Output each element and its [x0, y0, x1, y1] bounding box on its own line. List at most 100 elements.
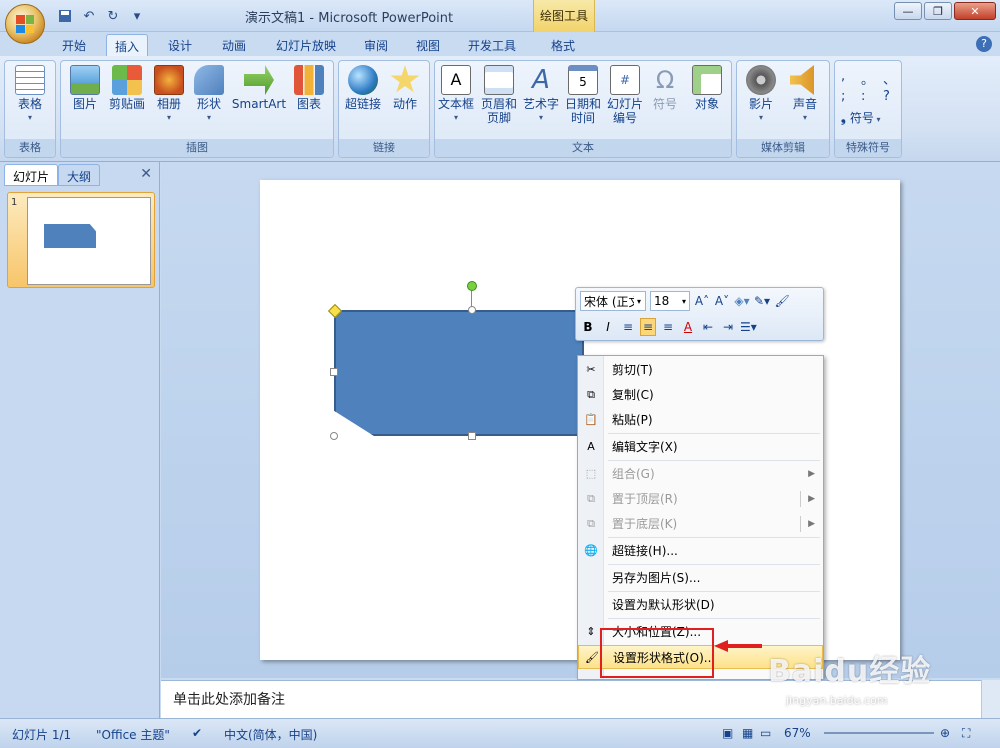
chart-button[interactable]: 图表	[291, 65, 327, 111]
tab-insert[interactable]: 插入	[106, 34, 149, 56]
save-icon[interactable]	[56, 8, 74, 24]
resize-handle-bottom-left[interactable]	[330, 432, 338, 440]
align-right-icon[interactable]: ≡	[660, 318, 676, 336]
slide-number-button[interactable]: # 幻灯片 编号	[605, 65, 645, 125]
qat-customize-icon[interactable]: ▾	[128, 8, 146, 24]
tab-slides[interactable]: 幻灯片	[4, 164, 59, 186]
group-label-media: 媒体剪辑	[737, 139, 829, 157]
clipart-button[interactable]: 剪贴画	[105, 65, 149, 111]
object-button[interactable]: 对象	[687, 65, 727, 111]
tab-review[interactable]: 审阅	[356, 34, 396, 56]
tab-home[interactable]: 开始	[54, 34, 94, 56]
fit-window-icon[interactable]: ⛶	[962, 726, 970, 741]
font-size-select[interactable]: 18 ▾	[650, 291, 690, 311]
menu-item-copy[interactable]: ⧉ 复制(C)	[578, 383, 823, 407]
tab-animation[interactable]: 动画	[214, 34, 254, 56]
close-icon[interactable]: ✕	[954, 2, 996, 20]
menu-item-hyperlink[interactable]: 🌐 超链接(H)...	[578, 539, 823, 563]
minimize-icon[interactable]: —	[894, 2, 922, 20]
picture-button[interactable]: 图片	[67, 65, 103, 111]
bullets-icon[interactable]: ☰▾	[740, 318, 757, 336]
hyperlink-button[interactable]: 超链接	[343, 65, 383, 111]
tab-outline[interactable]: 大纲	[58, 164, 101, 186]
symbol-colon[interactable]: :	[861, 89, 865, 104]
album-label: 相册	[156, 97, 181, 111]
table-icon	[15, 65, 45, 95]
outline-color-icon[interactable]: ✎▾	[754, 292, 770, 310]
sound-button[interactable]: 声音 ▾	[785, 65, 825, 125]
close-pane-icon[interactable]: ✕	[140, 166, 152, 182]
menu-label-edit-text: 编辑文字(X)	[612, 440, 678, 454]
help-icon[interactable]: ?	[976, 36, 992, 52]
menu-item-save-as-picture[interactable]: 另存为图片(S)...	[578, 566, 823, 590]
zoom-level[interactable]: 67%	[784, 726, 811, 740]
decrease-indent-icon[interactable]: ⇤	[700, 318, 716, 336]
dropdown-arrow-icon: ▾	[453, 113, 458, 122]
shapes-button[interactable]: 形状 ▾	[191, 65, 227, 125]
submenu-arrow-icon: ▶	[808, 494, 815, 504]
menu-item-edit-text[interactable]: A 编辑文字(X)	[578, 435, 823, 459]
mini-toolbar: 宋体 (正文▾ 18▾ A˄ A˅ ◈▾ ✎▾ 🖌 B I ≡ ≡ ≡ A ⇤ …	[575, 287, 824, 341]
resize-handle-bottom[interactable]	[468, 432, 476, 440]
menu-item-bring-front[interactable]: ⧉ 置于顶层(R) ▶	[578, 487, 823, 511]
normal-view-icon[interactable]: ▣	[722, 726, 733, 740]
slide-thumbnail[interactable]	[27, 197, 151, 285]
symbol-period[interactable]: 。	[861, 69, 874, 88]
italic-button[interactable]: I	[600, 318, 616, 336]
tab-view[interactable]: 视图	[408, 34, 448, 56]
tab-design[interactable]: 设计	[160, 34, 200, 56]
symbol-question[interactable]: ?	[883, 89, 890, 104]
chart-label: 图表	[296, 97, 321, 111]
textbox-button[interactable]: A 文本框 ▾	[437, 65, 475, 125]
increase-indent-icon[interactable]: ⇥	[720, 318, 736, 336]
datetime-button[interactable]: 5 日期和 时间	[563, 65, 603, 125]
picture-label: 图片	[72, 97, 97, 111]
rotation-handle[interactable]	[467, 281, 477, 291]
movie-button[interactable]: 影片 ▾	[741, 65, 781, 125]
tab-slideshow[interactable]: 幻灯片放映	[268, 34, 344, 56]
menu-item-group[interactable]: ⬚ 组合(G) ▶	[578, 462, 823, 486]
shrink-font-button[interactable]: A˅	[714, 292, 730, 310]
symbol-button[interactable]: Ω 符号	[647, 65, 683, 111]
tab-developer[interactable]: 开发工具	[460, 34, 524, 56]
office-button[interactable]	[5, 4, 45, 44]
smartart-button[interactable]: SmartArt	[231, 65, 287, 111]
align-left-icon[interactable]: ≡	[620, 318, 636, 336]
fill-color-icon[interactable]: ◈▾	[734, 292, 750, 310]
maximize-icon[interactable]: ❐	[924, 2, 952, 20]
spellcheck-icon[interactable]: ✔	[192, 726, 202, 740]
shapes-icon	[194, 65, 224, 95]
selected-shape[interactable]	[334, 310, 584, 436]
wordart-button[interactable]: A 艺术字 ▾	[521, 65, 561, 125]
symbol-comma[interactable]: ,	[841, 69, 845, 84]
bold-button[interactable]: B	[580, 318, 596, 336]
resize-handle-top[interactable]	[468, 306, 476, 314]
notes-scrollbar[interactable]	[981, 680, 1000, 718]
font-select[interactable]: 宋体 (正文▾	[580, 291, 646, 311]
album-button[interactable]: 相册 ▾	[151, 65, 187, 125]
format-painter-icon[interactable]: 🖌	[774, 292, 790, 310]
grow-font-button[interactable]: A˄	[694, 292, 710, 310]
action-button[interactable]: 动作	[387, 65, 423, 111]
group-special-symbols: , 。 、 ; : ? ❟ 符号 ▾ 特殊符号	[834, 60, 902, 158]
menu-item-send-back[interactable]: ⧉ 置于底层(K) ▶	[578, 512, 823, 536]
align-center-icon[interactable]: ≡	[640, 318, 656, 336]
symbol-semicolon[interactable]: ;	[841, 89, 845, 104]
symbol-enum-comma[interactable]: 、	[883, 69, 896, 88]
tab-format[interactable]: 格式	[543, 34, 583, 56]
menu-item-paste[interactable]: 📋 粘贴(P)	[578, 408, 823, 432]
zoom-in-icon[interactable]: ⊕	[940, 726, 950, 740]
slide-thumbnail-selected[interactable]: 1	[7, 192, 155, 288]
slideshow-icon[interactable]: ▭	[760, 726, 771, 740]
redo-icon[interactable]: ↻	[104, 8, 122, 24]
special-symbol-button[interactable]: ❟ 符号 ▾	[841, 111, 897, 127]
menu-item-set-default-shape[interactable]: 设置为默认形状(D)	[578, 593, 823, 617]
undo-icon[interactable]: ↶	[80, 8, 98, 24]
menu-item-cut[interactable]: ✂ 剪切(T)	[578, 358, 823, 382]
font-color-button[interactable]: A	[680, 318, 696, 336]
zoom-slider[interactable]	[824, 732, 934, 734]
slide-sorter-icon[interactable]: ▦	[742, 726, 753, 740]
header-footer-button[interactable]: 页眉和 页脚	[479, 65, 519, 125]
table-button[interactable]: 表格 ▾	[11, 65, 49, 125]
resize-handle-left[interactable]	[330, 368, 338, 376]
